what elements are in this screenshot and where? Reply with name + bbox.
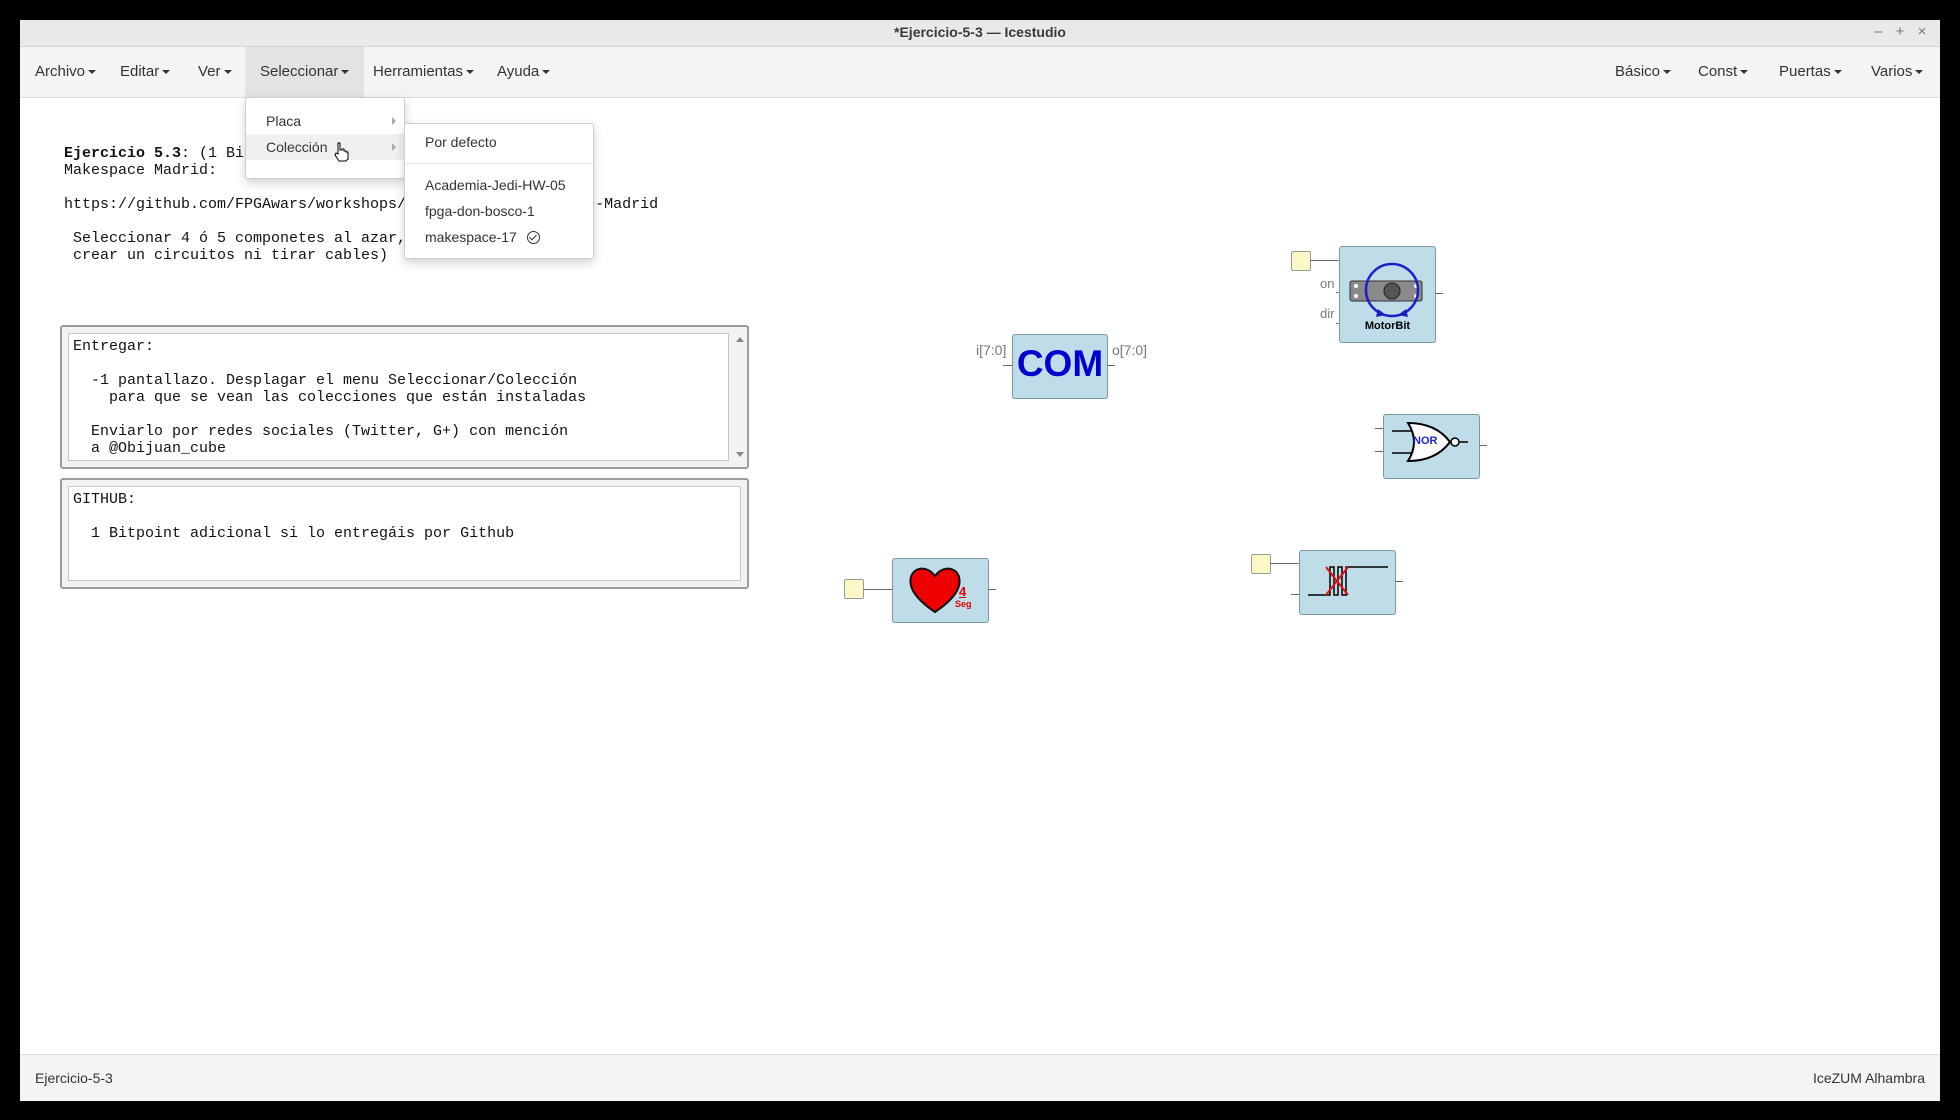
- status-board-name[interactable]: IceZUM Alhambra: [1813, 1070, 1925, 1086]
- info-line: Makespace Madrid:: [64, 162, 218, 179]
- caret-down-icon: [1915, 70, 1924, 75]
- memo-github[interactable]: GITHUB: 1 Bitpoint adicional si lo entre…: [60, 478, 749, 589]
- scroll-up-icon[interactable]: [736, 337, 744, 342]
- menu-label: Puertas: [1779, 63, 1831, 80]
- caret-down-icon: [1833, 70, 1842, 75]
- menu-label: Ver: [198, 63, 221, 80]
- collection-item[interactable]: Academia-Jedi-HW-05: [405, 172, 593, 198]
- menu-label: Herramientas: [373, 63, 464, 80]
- caret-down-icon: [223, 70, 232, 75]
- menu-label: Const: [1698, 63, 1738, 80]
- menu-ayuda[interactable]: Ayuda: [482, 47, 565, 97]
- memo-entregar-text: Entregar: -1 pantallazo. Desplagar el me…: [68, 333, 729, 461]
- seleccionar-dropdown: Placa Colección: [245, 97, 405, 179]
- title-bar: *Ejercicio-5-3 — Icestudio – + ×: [20, 20, 1940, 47]
- app-window: *Ejercicio-5-3 — Icestudio – + × Archivo…: [20, 20, 1940, 1101]
- com-label: COM: [1016, 343, 1104, 384]
- collection-default[interactable]: Por defecto: [405, 129, 593, 155]
- menu-puertas[interactable]: Puertas: [1764, 47, 1857, 97]
- menu-seleccionar[interactable]: Seleccionar: [245, 47, 365, 97]
- collection-label: makespace-17: [425, 229, 517, 245]
- heart-value: 4: [959, 584, 967, 599]
- menu-label: Archivo: [35, 63, 86, 80]
- input-pin-box[interactable]: [1291, 251, 1311, 271]
- debouncer-icon: [1308, 566, 1388, 596]
- memo-scrollbar[interactable]: [735, 333, 745, 461]
- pin[interactable]: [1375, 451, 1383, 452]
- heart-timer-block[interactable]: 4 Seg: [892, 558, 989, 623]
- window-title: *Ejercicio-5-3 — Icestudio: [894, 24, 1066, 40]
- debouncer-block[interactable]: [1299, 550, 1396, 615]
- menu-basico[interactable]: Básico: [1600, 47, 1686, 97]
- caret-down-icon: [88, 70, 97, 75]
- menu-label: Básico: [1615, 63, 1661, 80]
- nor-label: NOR: [1413, 435, 1438, 447]
- submenu-arrow-icon: [392, 117, 396, 125]
- pin[interactable]: [1107, 365, 1115, 366]
- caret-down-icon: [1663, 70, 1672, 75]
- menu-item-label: Placa: [266, 113, 302, 129]
- menu-label: Seleccionar: [260, 63, 339, 80]
- caret-down-icon: [341, 70, 350, 75]
- collection-item[interactable]: fpga-don-bosco-1: [405, 198, 593, 224]
- hand-cursor-icon: [334, 142, 349, 162]
- window-controls: – + ×: [1872, 23, 1928, 40]
- menu-editar[interactable]: Editar: [105, 47, 185, 97]
- menu-varios[interactable]: Varios: [1856, 47, 1938, 97]
- motorbit-block[interactable]: MotorBit: [1339, 246, 1436, 343]
- caret-down-icon: [542, 70, 551, 75]
- collection-item-selected[interactable]: makespace-17: [405, 224, 593, 250]
- pin[interactable]: [1375, 428, 1383, 429]
- design-canvas[interactable]: Ejercicio 5.3: (1 Bitpoint). Practicando…: [20, 98, 1940, 1073]
- menu-item-placa[interactable]: Placa: [246, 108, 404, 134]
- input-pin-box[interactable]: [1251, 554, 1271, 574]
- status-bar: Ejercicio-5-3 IceZUM Alhambra: [20, 1054, 1940, 1101]
- pin[interactable]: [1435, 293, 1443, 294]
- com-output-label: o[7:0]: [1112, 342, 1148, 358]
- menu-herramientas[interactable]: Herramientas: [358, 47, 489, 97]
- menu-item-coleccion[interactable]: Colección: [246, 134, 404, 160]
- menu-archivo[interactable]: Archivo: [20, 47, 111, 97]
- caret-down-icon: [466, 70, 475, 75]
- close-button[interactable]: ×: [1916, 23, 1928, 40]
- submenu-arrow-icon: [392, 143, 396, 151]
- caret-down-icon: [1740, 70, 1749, 75]
- menu-divider: [405, 163, 593, 164]
- menu-label: Varios: [1871, 63, 1913, 80]
- com-block[interactable]: COM: [1012, 334, 1108, 399]
- menu-label: Editar: [120, 63, 160, 80]
- caret-down-icon: [162, 70, 171, 75]
- coleccion-submenu: Por defecto Academia-Jedi-HW-05 fpga-don…: [404, 123, 594, 259]
- menu-const[interactable]: Const: [1683, 47, 1763, 97]
- pin[interactable]: [1395, 581, 1403, 582]
- nor-block[interactable]: NOR: [1383, 414, 1480, 479]
- menu-bar: Archivo Editar Ver Seleccionar Herramien…: [20, 47, 1940, 98]
- memo-entregar[interactable]: Entregar: -1 pantallazo. Desplagar el me…: [60, 325, 749, 469]
- input-pin-box[interactable]: [844, 579, 864, 599]
- info-title: Ejercicio 5.3: [64, 145, 182, 162]
- pin[interactable]: [1479, 445, 1487, 446]
- menu-item-label: Colección: [266, 139, 328, 155]
- info-line: crear un circuitos ni tirar cables): [64, 247, 389, 264]
- check-circle-icon: [526, 231, 540, 244]
- menu-ver[interactable]: Ver: [183, 47, 247, 97]
- minimize-button[interactable]: –: [1872, 23, 1884, 40]
- memo-github-text: GITHUB: 1 Bitpoint adicional si lo entre…: [68, 486, 741, 581]
- pin[interactable]: [988, 589, 996, 590]
- scroll-down-icon[interactable]: [736, 452, 744, 457]
- menu-label: Ayuda: [497, 63, 540, 80]
- status-project-name: Ejercicio-5-3: [35, 1070, 113, 1086]
- motorbit-label: MotorBit: [1364, 320, 1411, 332]
- motorbit-on-label: on: [1320, 276, 1335, 291]
- motor-icon: [1349, 262, 1423, 318]
- motorbit-dir-label: dir: [1320, 306, 1335, 321]
- heart-unit: Seg: [955, 599, 972, 609]
- maximize-button[interactable]: +: [1894, 23, 1906, 40]
- com-input-label: i[7:0]: [976, 342, 1007, 358]
